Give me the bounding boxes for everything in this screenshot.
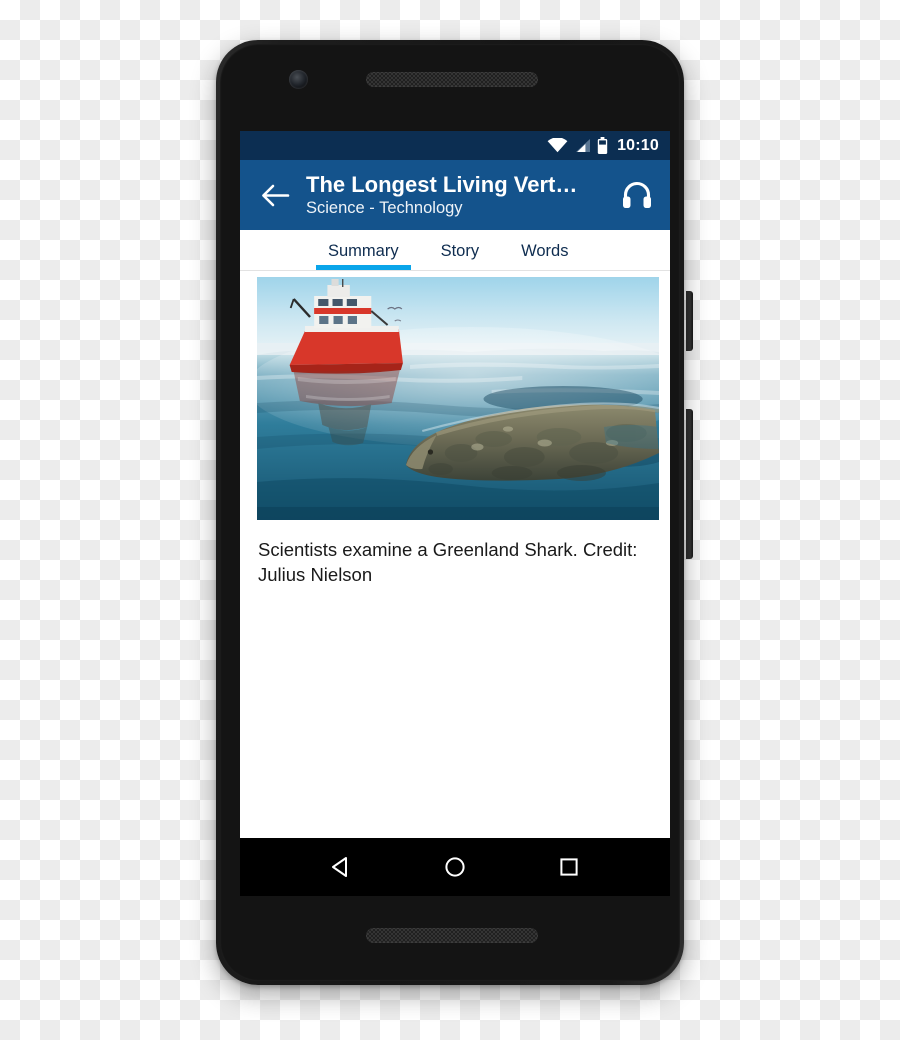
phone-screen: 10:10 The Longest Living Vert… Science -… [240, 131, 670, 896]
tab-words-label: Words [521, 242, 569, 260]
page-title: The Longest Living Vert… [306, 171, 578, 197]
triangle-back-icon [332, 857, 347, 877]
headphones-button[interactable] [614, 172, 660, 218]
status-bar: 10:10 [240, 131, 670, 160]
phone-device: 10:10 The Longest Living Vert… Science -… [216, 40, 693, 985]
image-caption: Scientists examine a Greenland Shark. Cr… [258, 539, 638, 585]
earpiece-speaker-grille [366, 72, 538, 87]
tab-story-label: Story [440, 242, 480, 260]
back-button[interactable] [254, 174, 296, 216]
bottom-speaker-grille [366, 928, 538, 943]
android-nav-bar [240, 838, 670, 896]
tab-summary-label: Summary [328, 242, 399, 260]
page-subtitle: Science - Technology [306, 198, 463, 217]
tab-story[interactable]: Story [429, 242, 492, 270]
app-bar: The Longest Living Vert… Science - Techn… [240, 160, 670, 230]
battery-icon [597, 137, 608, 154]
tab-bar: Summary Story Words [240, 230, 670, 271]
front-camera-icon [289, 70, 308, 89]
article-content: Scientists examine a Greenland Shark. Cr… [240, 277, 670, 587]
tab-words[interactable]: Words [509, 242, 580, 270]
circle-home-icon [445, 857, 465, 877]
signal-icon [574, 138, 591, 153]
app-bar-titles: The Longest Living Vert… Science - Techn… [306, 172, 614, 219]
power-button[interactable] [686, 291, 693, 351]
home-nav-key[interactable] [431, 843, 479, 891]
volume-rocker[interactable] [686, 409, 693, 559]
square-recents-icon [560, 858, 578, 876]
phone-bezel: 10:10 The Longest Living Vert… Science -… [220, 44, 693, 981]
back-nav-key[interactable] [317, 843, 365, 891]
tab-summary[interactable]: Summary [316, 242, 411, 270]
wifi-icon [547, 138, 568, 153]
recents-nav-key[interactable] [545, 843, 593, 891]
greenland-shark-photo[interactable] [257, 277, 659, 520]
status-clock: 10:10 [617, 136, 659, 154]
